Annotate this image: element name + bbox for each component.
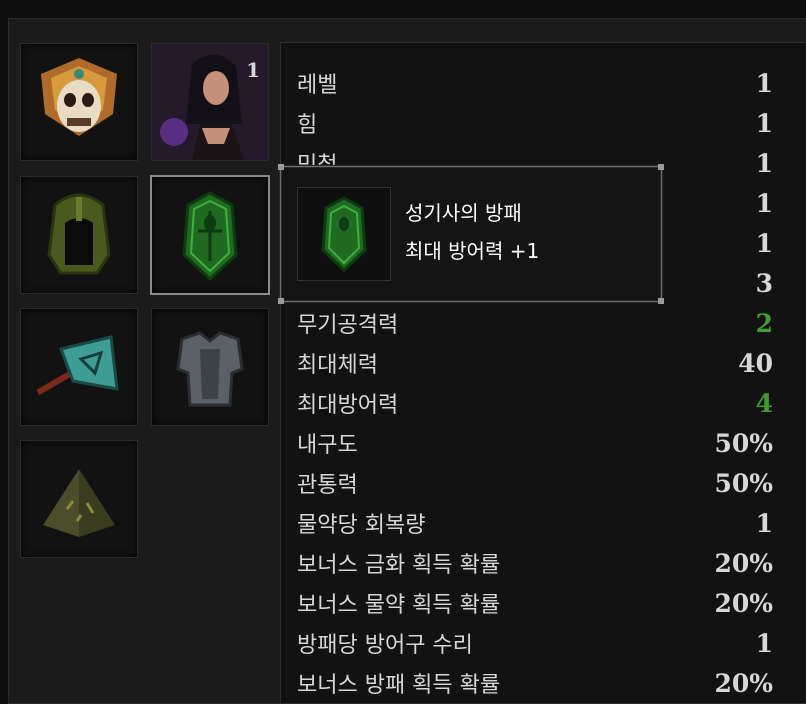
stat-label: 무기공격력	[297, 313, 399, 338]
axe-icon	[36, 335, 119, 396]
stat-label: 관통력	[297, 473, 358, 498]
stat-row: 방패당 방어구 수리 1	[297, 623, 773, 663]
stat-row: 보너스 물약 획득 확률 20%	[297, 583, 773, 623]
stat-row: 관통력 50%	[297, 463, 773, 503]
stat-value: 1	[755, 188, 773, 218]
companion-count: 1	[246, 58, 260, 82]
stat-label: 최대체력	[297, 353, 378, 378]
stat-value: 1	[755, 508, 773, 538]
stat-value: 1	[755, 228, 773, 258]
stat-value: 20%	[714, 548, 773, 578]
paladin-shield-icon	[182, 191, 238, 282]
stat-label: 물약당 회복량	[297, 513, 426, 538]
stat-label: 보너스 금화 획득 확률	[297, 553, 501, 578]
stat-value: 40	[738, 348, 773, 378]
stat-value: 1	[755, 108, 773, 138]
stat-label: 방패당 방어구 수리	[297, 633, 473, 658]
stat-value: 20%	[714, 588, 773, 618]
slot-helmet[interactable]	[20, 176, 138, 294]
stat-value: 3	[755, 268, 773, 298]
stat-value: 1	[755, 148, 773, 178]
slot-mask[interactable]	[20, 43, 138, 161]
stat-row: 최대방어력 4	[297, 383, 773, 423]
stat-row: 최대체력 40	[297, 343, 773, 383]
tooltip-corner	[658, 164, 664, 170]
stat-label: 최대방어력	[297, 393, 399, 418]
tooltip-corner	[278, 164, 284, 170]
item-tooltip: 성기사의 방패 최대 방어력 +1	[278, 164, 664, 304]
paladin-shield-icon	[321, 196, 367, 273]
tooltip-item-slot	[297, 187, 391, 281]
stat-value: 20%	[714, 668, 773, 698]
stat-label: 보너스 물약 획득 확률	[297, 593, 501, 618]
stat-row: 물약당 회복량 1	[297, 503, 773, 543]
tooltip-item-stat: 최대 방어력 +1	[405, 239, 540, 263]
stat-label: 내구도	[297, 433, 358, 458]
stat-row: 무기공격력 2	[297, 303, 773, 343]
stat-row: 내구도 50%	[297, 423, 773, 463]
stat-value: 1	[755, 68, 773, 98]
stat-row: 힘 1	[297, 103, 773, 143]
stat-value: 50%	[714, 428, 773, 458]
slot-accessory[interactable]	[20, 440, 138, 558]
stats-panel: 레벨 1 힘 1 민첩 1 1 1 3 무기공격력 2 최대체력 40 최대방어…	[280, 42, 806, 703]
tooltip-corner	[278, 298, 284, 304]
slot-weapon[interactable]	[20, 308, 138, 426]
green-helmet-icon	[47, 193, 111, 275]
tooltip-corner	[658, 298, 664, 304]
slot-companion[interactable]: 1	[151, 43, 269, 161]
stat-label: 보너스 방패 획득 확률	[297, 673, 501, 698]
stat-value: 2	[755, 308, 773, 338]
stat-row: 레벨 1	[297, 63, 773, 103]
stat-value: 4	[755, 388, 773, 418]
chest-armor-icon	[176, 331, 244, 407]
tooltip-item-name: 성기사의 방패	[405, 201, 522, 225]
slot-shield[interactable]	[150, 175, 270, 295]
stat-value: 1	[755, 628, 773, 658]
stat-row: 보너스 금화 획득 확률 20%	[297, 543, 773, 583]
slot-body-armor[interactable]	[151, 308, 269, 426]
tribal-mask-icon	[41, 58, 117, 136]
pyramid-rune-icon	[43, 469, 115, 537]
stat-row: 보너스 방패 획득 확률 20%	[297, 663, 773, 703]
stat-label: 레벨	[297, 73, 338, 98]
stat-value: 50%	[714, 468, 773, 498]
stat-label: 힘	[297, 113, 318, 138]
